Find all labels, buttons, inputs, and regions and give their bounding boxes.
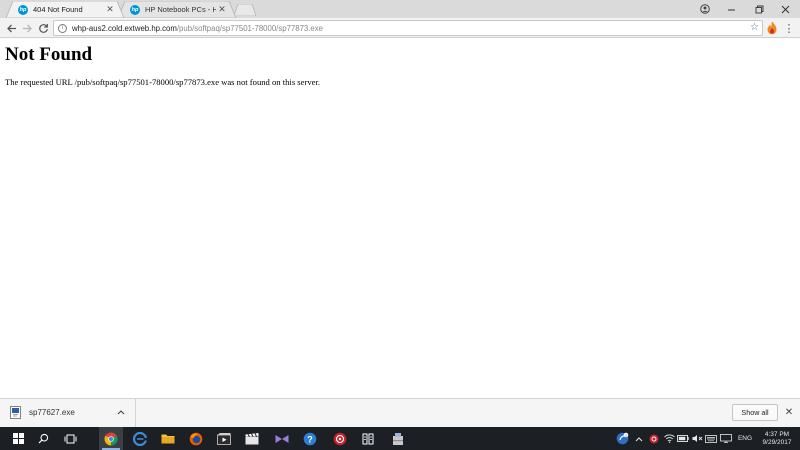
new-tab-button[interactable] (234, 4, 256, 16)
document-app-icon[interactable] (356, 427, 380, 450)
network-badge-icon[interactable]: 1 (614, 427, 630, 450)
bookmark-star-icon[interactable]: ☆ (750, 22, 759, 33)
wifi-icon[interactable] (662, 427, 676, 450)
task-view-icon[interactable] (58, 427, 82, 450)
close-icon[interactable]: ✕ (782, 404, 796, 421)
error-message: The requested URL /pub/softpaq/sp77501-7… (5, 77, 320, 87)
battery-icon[interactable] (676, 427, 690, 450)
hp-icon: hp (130, 4, 140, 15)
search-icon[interactable] (31, 427, 55, 450)
executable-file-icon (10, 406, 21, 419)
input-language[interactable]: ENG (736, 427, 754, 450)
visual-studio-icon[interactable] (270, 427, 294, 450)
clock-time: 4:37 PM (764, 430, 790, 438)
svg-text:?: ? (307, 434, 313, 444)
red-app-icon[interactable] (328, 427, 352, 450)
page-title: Not Found (5, 44, 93, 65)
keyboard-icon[interactable] (704, 427, 718, 450)
tab-404-not-found[interactable]: hp 404 Not Found ✕ (6, 1, 124, 18)
installer-icon[interactable] (386, 427, 410, 450)
windows-start-icon[interactable] (6, 427, 30, 450)
forward-arrow-icon[interactable] (19, 20, 35, 36)
firefox-icon[interactable] (184, 427, 208, 450)
page-content: Not Found The requested URL /pub/softpaq… (0, 39, 800, 398)
monitor-icon[interactable] (718, 427, 734, 450)
taskbar: ? 1 ENG 4:37 PM 9/29/2017 (0, 427, 800, 450)
tab-title: 404 Not Found (33, 5, 83, 14)
hp-icon: hp (18, 4, 28, 15)
url-host: whp-aus2.cold.extweb.hp.com (72, 23, 177, 33)
media-player-icon[interactable] (212, 427, 236, 450)
download-shelf: sp77627.exe Show all ✕ (0, 398, 800, 427)
tab-title: HP Notebook PCs - How (145, 5, 216, 14)
download-file-name: sp77627.exe (29, 408, 75, 417)
chevron-up-icon[interactable] (114, 405, 128, 419)
menu-kebab-icon[interactable]: ⋮ (782, 20, 796, 36)
taskbar-clock[interactable]: 4:37 PM 9/29/2017 (755, 427, 799, 450)
tab-hp-notebook[interactable]: hp HP Notebook PCs - How ✕ (118, 1, 236, 18)
file-explorer-icon[interactable] (156, 427, 180, 450)
edge-icon[interactable] (128, 427, 152, 450)
clock-date: 9/29/2017 (762, 438, 792, 446)
show-all-button[interactable]: Show all (732, 404, 778, 421)
tab-strip: hp 404 Not Found ✕ hp HP Notebook PCs - … (0, 0, 800, 18)
back-arrow-icon[interactable] (3, 20, 19, 36)
help-icon[interactable]: ? (298, 427, 322, 450)
extension-flame-icon[interactable] (766, 21, 778, 35)
download-item[interactable]: sp77627.exe (0, 399, 136, 427)
close-tab-icon[interactable]: ✕ (216, 4, 228, 15)
reload-icon[interactable] (35, 20, 51, 36)
url-path: /pub/softpaq/sp77501-78000/sp77873.exe (176, 23, 323, 33)
antivirus-icon[interactable] (647, 427, 661, 450)
info-icon[interactable]: i (58, 23, 67, 33)
svg-text:1: 1 (624, 433, 626, 437)
minimize-button[interactable] (716, 0, 746, 18)
browser-toolbar: i whp-aus2.cold.extweb.hp.com/pub/softpa… (0, 18, 800, 38)
address-bar[interactable]: i whp-aus2.cold.extweb.hp.com/pub/softpa… (53, 20, 763, 36)
close-window-button[interactable] (770, 0, 800, 18)
chrome-icon[interactable] (99, 427, 123, 450)
clapperboard-icon[interactable] (240, 427, 264, 450)
chevron-up-icon[interactable] (633, 427, 645, 450)
volume-muted-icon[interactable] (690, 427, 704, 450)
close-tab-icon[interactable]: ✕ (104, 4, 116, 15)
